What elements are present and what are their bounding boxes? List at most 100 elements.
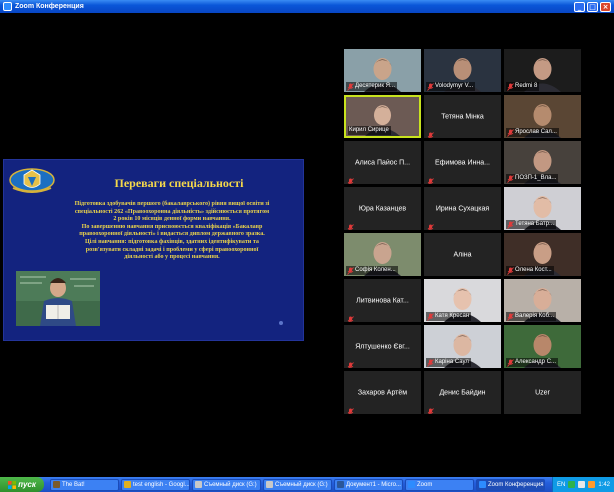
participant-tile[interactable]: Аліна [424,233,501,276]
muted-microphone-icon [427,219,434,230]
maximize-button[interactable]: □ [587,1,598,12]
taskbar-task[interactable]: test english - Googl... [121,478,190,491]
participant-tile[interactable]: Redmi 8 [504,49,581,92]
muted-microphone-icon [347,311,354,322]
window-title: Zoom Конференция [15,3,84,10]
participant-name-label: Софія Колен... [346,266,398,275]
muted-microphone-icon [427,173,434,184]
participant-tile[interactable]: Захаров Артём [344,371,421,414]
task-label: Zoom [417,481,433,488]
window-titlebar: Zoom Конференция _ □ × [0,0,614,13]
volume-tray-icon[interactable] [578,481,586,488]
slide-line: Цілі навчання: підготовка фахівців, здат… [85,238,259,245]
participant-tile[interactable]: Каріна Саул [424,325,501,368]
slide-body: Підготовка здобувачів першого (бакалаврс… [44,201,300,262]
muted-microphone-icon [507,174,514,183]
participant-tile[interactable]: Десятерик Я... [344,49,421,92]
muted-microphone-icon [427,312,434,321]
task-label: Документ1 - Micro... [346,481,401,488]
participant-tile[interactable]: Тетяна Батр... [504,187,581,230]
task-label: test english - Googl... [133,481,190,488]
participant-name: Катя Кресан [435,313,470,319]
zoom-app-icon [3,2,12,11]
task-app-icon [337,481,344,488]
participant-tile[interactable]: Volodymyr V... [424,49,501,92]
participant-tile[interactable]: Алиса Пайос П... [344,141,421,184]
system-tray: EN 1:42 [551,477,614,492]
participant-name: Ялтушенко Євг... [355,343,410,350]
taskbar-task[interactable]: The Bat! [50,478,119,491]
muted-microphone-icon [507,82,514,91]
meeting-area: Переваги спеціальності Підготовка здобув… [0,13,614,477]
participant-name: ПОЗП-1_Вла... [515,175,557,181]
task-app-icon [124,481,131,488]
muted-microphone-icon [347,82,354,91]
muted-microphone-icon [427,127,434,138]
muted-microphone-icon [347,357,354,368]
shared-presentation-slide: Переваги спеціальності Підготовка здобув… [3,159,304,341]
muted-microphone-icon [347,173,354,184]
participant-name: Захаров Артём [357,389,408,396]
minimize-button[interactable]: _ [574,1,585,12]
participant-name: Тетяна Мінка [441,113,484,120]
participant-name: Литвинова Кат... [356,297,409,304]
taskbar-task[interactable]: Zoom [405,478,474,491]
muted-microphone-icon [427,403,434,414]
participant-name-label: Тетяна Батр... [506,220,557,229]
participant-name: Ирина Сухацкая [435,205,490,212]
participant-name: Ярослав Сал... [515,129,557,135]
participant-tile[interactable]: Софія Колен... [344,233,421,276]
participant-name: Redmi 8 [515,83,538,89]
task-app-icon [266,481,273,488]
muted-microphone-icon [347,403,354,414]
slide-line: діяльності або у процесі навчання. [124,254,220,261]
taskbar-task[interactable]: Съемный диск (G:) [263,478,332,491]
participant-name: Uzer [535,389,550,396]
language-indicator[interactable]: EN [557,482,565,488]
participant-name-label: Volodymyr V... [426,82,476,91]
taskbar-task[interactable]: Zoom Конференция [476,478,545,491]
participant-name: Volodymyr V... [435,83,474,89]
participant-name: Тетяна Батр... [515,221,555,227]
network-tray-icon[interactable] [568,481,576,488]
start-button[interactable]: пуск [0,477,44,492]
participant-tile[interactable]: Юра Казанцев [344,187,421,230]
participant-tile[interactable]: Валерія Коб... [504,279,581,322]
participant-name-label: Александр С... [506,358,559,367]
participant-name: Софія Колен... [355,267,396,273]
participant-tile[interactable]: Ялтушенко Євг... [344,325,421,368]
participant-tile[interactable]: ПОЗП-1_Вла... [504,141,581,184]
taskbar-task[interactable]: Съемный диск (G:) [192,478,261,491]
participant-tile[interactable]: Ирина Сухацкая [424,187,501,230]
close-button[interactable]: × [600,1,611,12]
slide-line: правоохоронної діяльності» і видається д… [79,231,265,238]
start-label: пуск [18,480,36,489]
participant-name: Ефимова Инна... [434,159,490,166]
participant-tile[interactable]: Денис Байдин [424,371,501,414]
slide-title: Переваги спеціальності [114,176,244,190]
participant-tile[interactable]: Ярослав Сал... [504,95,581,138]
participant-name-label: Redmi 8 [506,82,540,91]
participant-name: Алиса Пайос П... [354,159,411,166]
participant-tile[interactable]: Олена Кост... [504,233,581,276]
participant-name: Денис Байдин [439,389,486,396]
muted-microphone-icon [347,266,354,275]
participant-tile[interactable]: Тетяна Мінка [424,95,501,138]
participant-tile[interactable]: Катя Кресан [424,279,501,322]
participant-name-label: Десятерик Я... [346,82,397,91]
participant-tile[interactable]: Литвинова Кат... [344,279,421,322]
participant-tile[interactable]: Uzer [504,371,581,414]
muted-microphone-icon [507,312,514,321]
participant-tile[interactable]: Ефимова Инна... [424,141,501,184]
participant-tile[interactable]: Кирил Сирице [344,95,421,138]
task-label: The Bat! [62,481,85,488]
slide-page-mark-icon [279,321,283,325]
participant-name: Юра Казанцев [358,205,407,212]
participant-name: Валерія Коб... [515,313,555,319]
participant-tile[interactable]: Александр С... [504,325,581,368]
taskbar-task[interactable]: Документ1 - Micro... [334,478,403,491]
windows-flag-icon [8,480,17,489]
security-tray-icon[interactable] [588,481,596,488]
student-reading-image [16,271,100,326]
participant-name-label: Кирил Сирице [348,126,391,135]
